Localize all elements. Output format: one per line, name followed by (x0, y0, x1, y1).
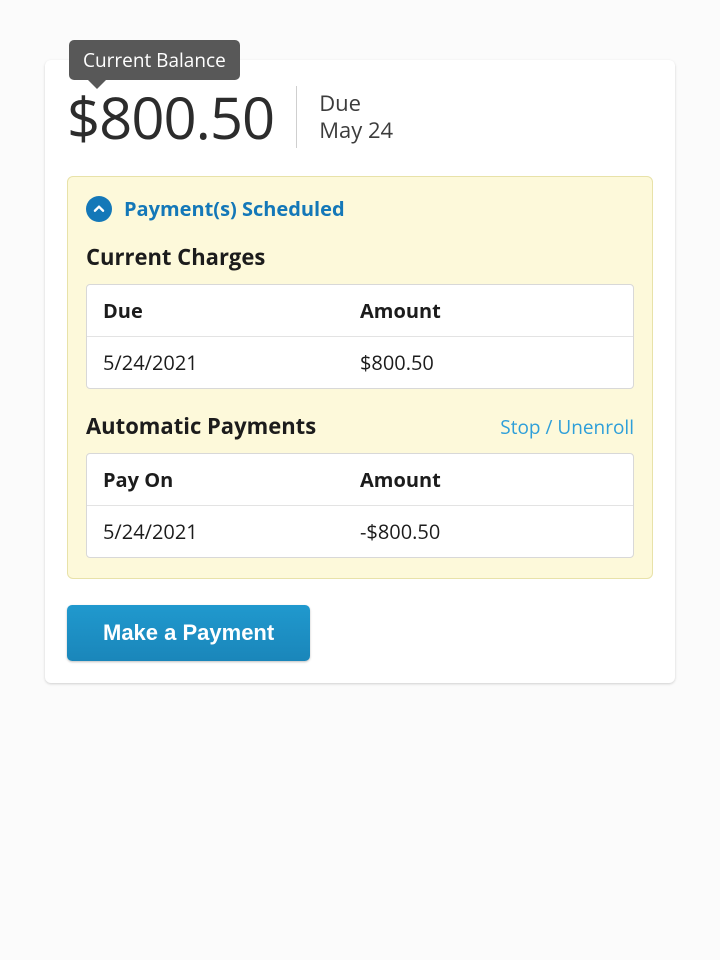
auto-payments-table: Pay On Amount 5/24/2021 -$800.50 (86, 453, 634, 558)
current-charges-header-row: Current Charges (86, 242, 634, 272)
cell-amount: $800.50 (360, 349, 617, 376)
billing-card: Current Balance $800.50 Due May 24 Payme… (45, 60, 675, 683)
due-block: Due May 24 (319, 90, 393, 145)
due-label: Due (319, 90, 393, 118)
auto-payments-header-row: Automatic Payments Stop / Unenroll (86, 411, 634, 441)
col-header-amount: Amount (360, 466, 617, 493)
col-header-amount: Amount (360, 297, 617, 324)
table-row: Pay On Amount (87, 454, 633, 505)
auto-payments-title: Automatic Payments (86, 411, 316, 441)
table-row: Due Amount (87, 285, 633, 336)
cell-pay-on-date: 5/24/2021 (103, 518, 360, 545)
stop-unenroll-link[interactable]: Stop / Unenroll (500, 414, 634, 440)
table-row: 5/24/2021 $800.50 (87, 336, 633, 388)
due-date: May 24 (319, 117, 393, 145)
balance-row: $800.50 Due May 24 (67, 86, 653, 148)
scheduled-toggle[interactable]: Payment(s) Scheduled (86, 195, 634, 222)
tooltip-label: Current Balance (83, 47, 226, 73)
scheduled-panel: Payment(s) Scheduled Current Charges Due… (67, 176, 653, 579)
chevron-up-icon (86, 196, 112, 222)
col-header-due: Due (103, 297, 360, 324)
scheduled-toggle-label: Payment(s) Scheduled (124, 195, 345, 222)
cell-due-date: 5/24/2021 (103, 349, 360, 376)
current-charges-title: Current Charges (86, 242, 265, 272)
make-payment-button[interactable]: Make a Payment (67, 605, 310, 661)
cell-amount: -$800.50 (360, 518, 617, 545)
balance-amount: $800.50 (67, 88, 274, 146)
col-header-pay-on: Pay On (103, 466, 360, 493)
vertical-divider (296, 86, 297, 148)
current-charges-table: Due Amount 5/24/2021 $800.50 (86, 284, 634, 389)
current-balance-tooltip: Current Balance (69, 40, 240, 80)
table-row: 5/24/2021 -$800.50 (87, 505, 633, 557)
